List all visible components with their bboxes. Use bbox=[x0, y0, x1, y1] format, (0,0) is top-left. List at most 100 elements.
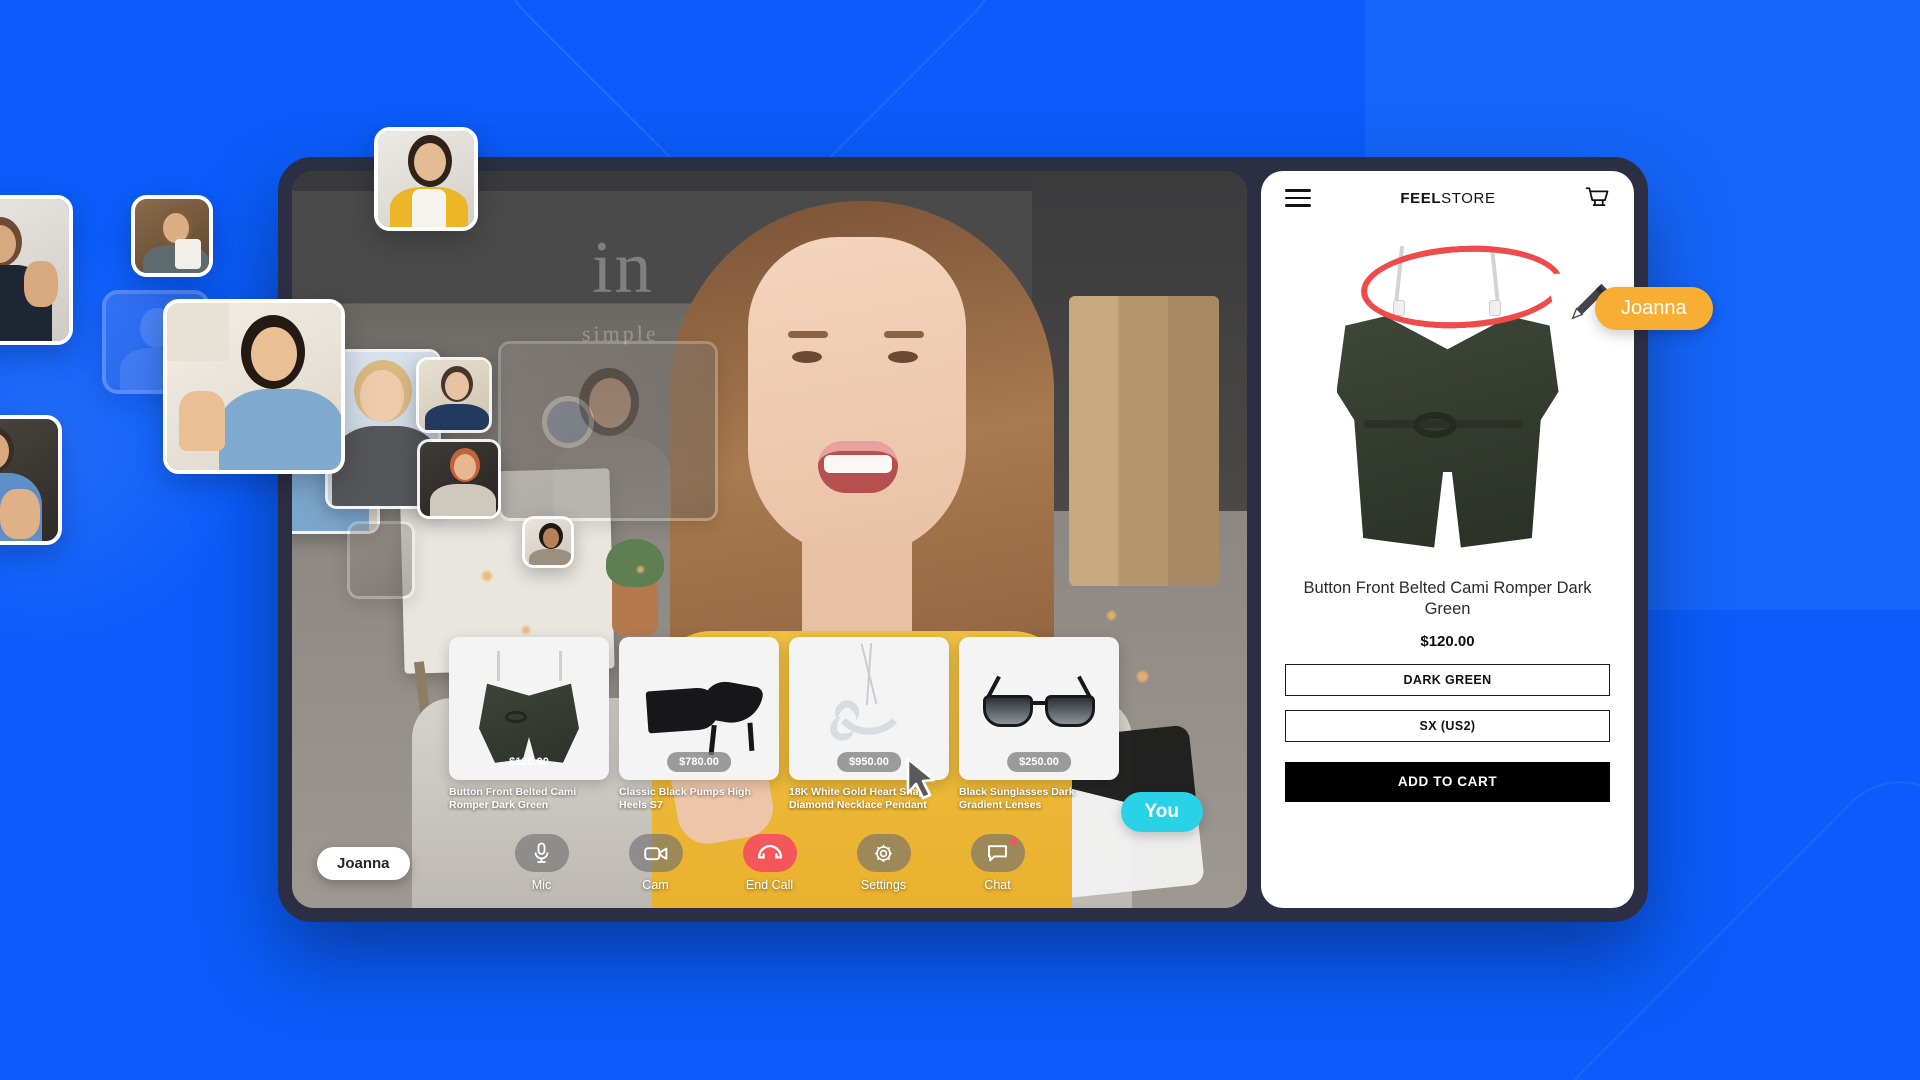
control-settings[interactable]: Settings bbox=[844, 834, 924, 892]
product-carousel[interactable]: $120.00 Button Front Belted Cami Romper … bbox=[449, 636, 1119, 812]
carousel-card-image[interactable]: $780.00 bbox=[619, 636, 779, 780]
romper-strap-right bbox=[559, 650, 562, 681]
control-cam-button[interactable] bbox=[628, 834, 683, 872]
sunglasses-frame bbox=[983, 675, 1095, 727]
romper-belt bbox=[505, 710, 527, 723]
necklace-heart-pendant bbox=[840, 694, 898, 752]
store-panel[interactable]: FEELSTORE Button Front Belted Cami Rompe… bbox=[1261, 171, 1634, 908]
carousel-card-image[interactable]: $250.00 bbox=[959, 636, 1119, 780]
shopping-cart-icon[interactable] bbox=[1585, 186, 1610, 211]
participant-thumb-3[interactable] bbox=[0, 415, 62, 545]
speaker-mouth bbox=[818, 441, 898, 493]
self-name-badge: You bbox=[1120, 792, 1203, 832]
control-chat[interactable]: Chat bbox=[958, 834, 1038, 892]
thumb-waving-hand bbox=[179, 391, 225, 451]
store-logo: FEELSTORE bbox=[1400, 190, 1495, 207]
participant-thumb-5[interactable] bbox=[163, 299, 345, 474]
room-wall-text-1: in bbox=[592, 227, 654, 309]
product-title: Button Front Belted Cami Romper Dark Gre… bbox=[1303, 579, 1592, 619]
participant-video-frame bbox=[0, 419, 58, 541]
bokeh-light bbox=[482, 571, 492, 581]
romper-body bbox=[479, 683, 579, 763]
participant-video-frame bbox=[350, 524, 412, 596]
speaker-eye-left bbox=[792, 351, 822, 363]
thumb-hand bbox=[24, 261, 58, 307]
participant-video-frame bbox=[167, 303, 341, 470]
thumb-face bbox=[454, 454, 476, 480]
control-settings-button[interactable] bbox=[856, 834, 911, 872]
app-canvas: in simple $120.00 Button Front Belted Ca… bbox=[0, 0, 1920, 1080]
speaker-brow-right bbox=[884, 331, 924, 338]
speaker-brow-left bbox=[788, 331, 828, 338]
product-image-stage[interactable] bbox=[1285, 225, 1610, 570]
participant-video-frame bbox=[525, 519, 571, 565]
control-mic-button[interactable] bbox=[514, 834, 569, 872]
bokeh-light bbox=[637, 566, 644, 573]
thumb-body bbox=[553, 436, 671, 518]
microphone-icon bbox=[534, 842, 549, 863]
annotation-author-badge: Joanna bbox=[1595, 287, 1713, 330]
participant-video-frame bbox=[378, 131, 474, 227]
participant-video-frame bbox=[501, 344, 715, 518]
thumb-mug bbox=[175, 239, 201, 269]
chat-notification-dot bbox=[1009, 838, 1017, 845]
hamburger-line bbox=[1285, 204, 1311, 207]
control-chat-button[interactable] bbox=[970, 834, 1025, 872]
phone-hangup-icon bbox=[757, 844, 782, 859]
bokeh-light bbox=[1137, 671, 1148, 682]
add-to-cart-button[interactable]: ADD TO CART bbox=[1285, 761, 1610, 802]
control-end-call-label: End Call bbox=[745, 878, 794, 892]
control-cam[interactable]: Cam bbox=[616, 834, 696, 892]
carousel-card-romper[interactable]: $120.00 Button Front Belted Cami Romper … bbox=[449, 636, 609, 812]
control-chat-label: Chat bbox=[984, 878, 1011, 892]
mouse-cursor bbox=[906, 757, 936, 800]
product-color-option[interactable]: DARK GREEN bbox=[1285, 663, 1610, 696]
bokeh-light bbox=[1107, 611, 1116, 620]
thumb-face bbox=[589, 378, 631, 428]
store-header: FEELSTORE bbox=[1285, 171, 1610, 225]
thumb-face bbox=[445, 372, 469, 400]
sunglasses-lens-left bbox=[983, 694, 1033, 727]
participant-video-frame bbox=[0, 199, 69, 341]
call-controls-bar[interactable]: Mic Cam End Call Settings Chat bbox=[502, 834, 1038, 892]
annotation-ellipse bbox=[1358, 240, 1564, 332]
carousel-price: $950.00 bbox=[837, 751, 901, 772]
carousel-card-sunglasses[interactable]: $250.00 Black Sunglasses Dark Gradient L… bbox=[959, 636, 1119, 812]
participant-thumb-ghost-bottom[interactable] bbox=[347, 521, 415, 599]
thumb-face bbox=[360, 370, 404, 422]
participant-thumb-9[interactable] bbox=[416, 357, 492, 433]
thumb-hand bbox=[0, 489, 40, 539]
hamburger-line bbox=[1285, 196, 1311, 200]
participant-thumb-2[interactable] bbox=[131, 195, 213, 277]
control-end-call-button[interactable] bbox=[742, 834, 797, 872]
carousel-price: $120.00 bbox=[509, 755, 549, 768]
thumb-body bbox=[529, 549, 571, 565]
speaker-face bbox=[748, 237, 966, 557]
control-settings-label: Settings bbox=[860, 878, 907, 892]
participant-video-frame bbox=[420, 442, 498, 516]
participant-thumb-11[interactable] bbox=[522, 516, 574, 568]
thumb-inner-top bbox=[412, 189, 446, 227]
store-logo-bold: FEEL bbox=[1400, 189, 1442, 207]
thumb-body bbox=[430, 484, 496, 516]
video-call-pane[interactable]: in simple $120.00 Button Front Belted Ca… bbox=[292, 171, 1247, 908]
participant-thumb-1[interactable] bbox=[0, 195, 73, 345]
carousel-card-pumps[interactable]: $780.00 Classic Black Pumps High Heels S… bbox=[619, 636, 779, 812]
participant-thumb-4[interactable] bbox=[374, 127, 478, 231]
carousel-card-image[interactable]: $120.00 bbox=[449, 636, 609, 780]
hamburger-menu-icon[interactable] bbox=[1285, 184, 1311, 212]
product-price: $120.00 bbox=[1420, 632, 1475, 650]
carousel-title: Button Front Belted Cami Romper Dark Gre… bbox=[449, 785, 577, 811]
thumb-body bbox=[219, 389, 341, 470]
hamburger-line bbox=[1285, 189, 1311, 192]
store-logo-light: STORE bbox=[1441, 189, 1496, 207]
romper-strap-left bbox=[497, 650, 500, 681]
participant-thumb-12[interactable] bbox=[498, 341, 718, 521]
control-end-call[interactable]: End Call bbox=[730, 834, 810, 892]
participant-thumb-10[interactable] bbox=[417, 439, 501, 519]
speaker-name-badge: Joanna bbox=[317, 847, 410, 880]
control-mic[interactable]: Mic bbox=[502, 834, 582, 892]
thumb-face bbox=[543, 528, 559, 548]
product-size-option[interactable]: SX (US2) bbox=[1285, 709, 1610, 742]
thumb-bg bbox=[350, 524, 412, 596]
